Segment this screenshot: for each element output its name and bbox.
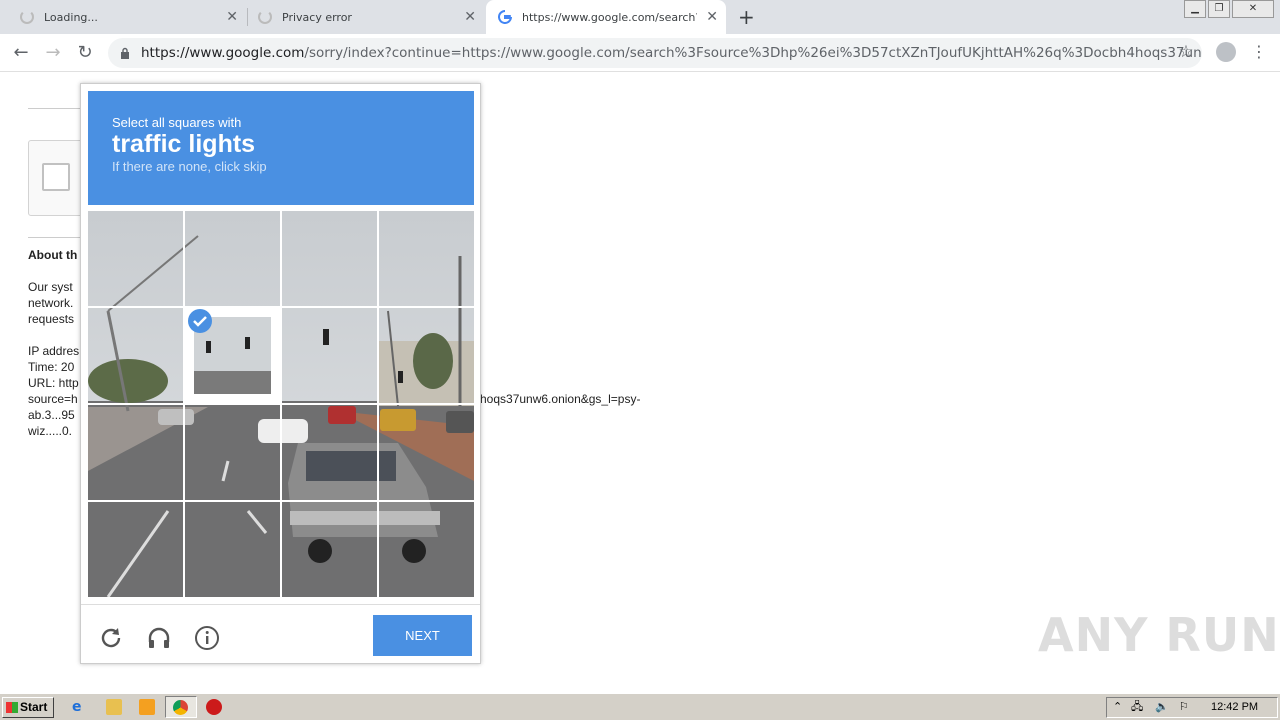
url-path: /sorry/index?continue=https://www.google…: [304, 45, 1202, 61]
internet-explorer-icon[interactable]: e: [72, 699, 88, 715]
url-domain: https://www.google.com: [141, 45, 305, 61]
reload-challenge-icon[interactable]: [98, 625, 124, 651]
about-heading: About th: [28, 248, 78, 262]
media-player-icon[interactable]: [139, 699, 155, 715]
minimize-icon[interactable]: ▁: [1184, 0, 1206, 18]
lock-icon: [121, 47, 129, 59]
loading-spinner-icon: [20, 10, 34, 24]
system-tray: ⌃ 🖧 🔈 ⚐ 12:42 PM: [1106, 697, 1278, 718]
skip-hint: If there are none, click skip: [112, 159, 267, 174]
taskbar: Start e ⌃ 🖧 🔈 ⚐ 12:42 PM: [0, 693, 1280, 720]
image-grid: [88, 211, 474, 597]
tab-google-search[interactable]: https://www.google.com/search?sou ✕: [486, 0, 726, 34]
browser-toolbar: ← → ↻ https://www.google.com/sorry/index…: [0, 34, 1280, 72]
windows-logo-icon: [6, 702, 18, 713]
captcha-keyword: traffic lights: [112, 130, 256, 158]
audio-challenge-icon[interactable]: [146, 625, 172, 651]
folder-icon[interactable]: [106, 699, 122, 715]
close-icon[interactable]: ✕: [226, 9, 238, 25]
recaptcha-checkbox[interactable]: [42, 163, 70, 191]
google-icon: [498, 10, 512, 24]
captcha-dialog: Select all squares with traffic lights I…: [80, 83, 481, 664]
tab-title: Loading...: [44, 10, 98, 24]
next-button[interactable]: NEXT: [373, 615, 472, 656]
about-paragraph: Our syst network. requests: [28, 280, 75, 326]
tab-privacy-error[interactable]: Privacy error ✕: [248, 0, 484, 34]
close-icon[interactable]: ✕: [706, 9, 718, 25]
volume-icon[interactable]: 🔈: [1155, 698, 1169, 717]
info-icon[interactable]: [194, 625, 220, 651]
instruction-text: Select all squares with: [112, 115, 242, 130]
close-icon[interactable]: ✕: [464, 9, 476, 25]
tab-title: Privacy error: [282, 10, 352, 24]
tab-title: https://www.google.com/search?sou: [522, 10, 697, 24]
loading-spinner-icon: [258, 10, 272, 24]
close-window-icon[interactable]: ✕: [1232, 0, 1274, 18]
back-icon[interactable]: ←: [10, 42, 32, 63]
profile-avatar-icon[interactable]: [1216, 42, 1236, 62]
divider: [28, 108, 80, 109]
start-button[interactable]: Start: [2, 697, 54, 718]
stop-icon[interactable]: [206, 699, 222, 715]
address-bar[interactable]: https://www.google.com/sorry/index?conti…: [108, 38, 1202, 68]
url-tail-text: hoqs37unw6.onion&gs_l=psy-: [480, 392, 641, 406]
anyrun-watermark: ANY RUN: [1038, 608, 1280, 662]
captcha-footer: NEXT: [81, 604, 480, 664]
reload-icon[interactable]: ↻: [74, 42, 96, 63]
tab-strip: Loading... ✕ Privacy error ✕ https://www…: [0, 0, 1280, 34]
recaptcha-widget[interactable]: [28, 140, 88, 216]
chrome-taskbar-button[interactable]: [165, 696, 197, 718]
captcha-instructions: Select all squares with traffic lights I…: [88, 91, 474, 205]
new-tab-icon[interactable]: +: [738, 5, 755, 29]
maximize-icon[interactable]: ❐: [1208, 0, 1230, 18]
tray-expand-icon[interactable]: ⌃: [1113, 698, 1122, 717]
chrome-icon: [173, 700, 188, 715]
clock[interactable]: 12:42 PM: [1211, 698, 1258, 717]
flag-icon[interactable]: ⚐: [1179, 698, 1189, 717]
street-scene-image: [88, 211, 474, 597]
request-details: IP addres Time: 20 URL: http source=h ab…: [28, 344, 80, 438]
start-label: Start: [20, 700, 48, 714]
menu-dots-icon[interactable]: ⋮: [1248, 42, 1270, 61]
tab-loading[interactable]: Loading... ✕: [10, 0, 246, 34]
forward-icon[interactable]: →: [42, 42, 64, 63]
star-icon[interactable]: ☆: [1175, 42, 1197, 62]
network-icon[interactable]: 🖧: [1131, 698, 1143, 717]
divider: [28, 237, 80, 238]
